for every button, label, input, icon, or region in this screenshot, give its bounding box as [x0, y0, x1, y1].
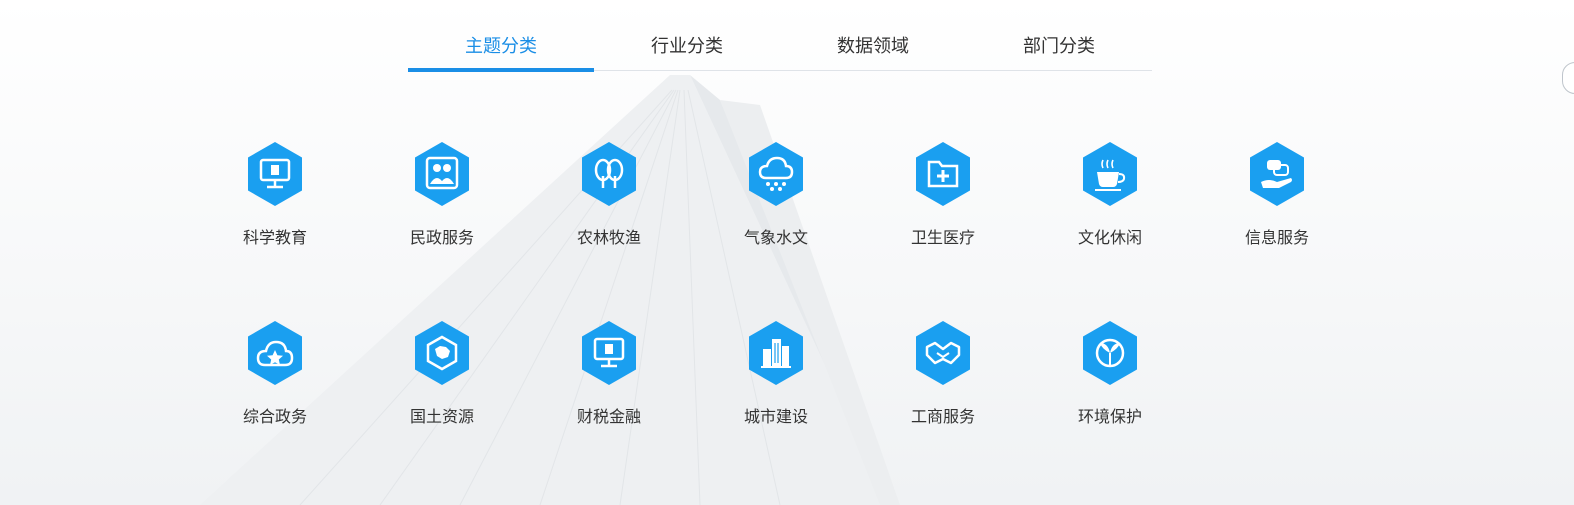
cloud-snow-icon: [749, 142, 803, 206]
category-label: 工商服务: [910, 407, 975, 426]
category-general-government[interactable]: 综合政务: [220, 319, 330, 439]
handshake-icon: [916, 321, 970, 385]
map-icon: [415, 321, 469, 385]
category-information-services[interactable]: 信息服务: [1222, 140, 1332, 260]
coffee-cup-icon: [1083, 142, 1137, 206]
leaf-globe-icon: [1083, 321, 1137, 385]
monitor-icon: [248, 142, 302, 206]
chat-hand-icon: [1250, 142, 1304, 206]
category-label: 气象水文: [743, 228, 808, 247]
buildings-icon: [749, 321, 803, 385]
tab-theme[interactable]: 主题分类: [408, 24, 594, 72]
category-label: 环境保护: [1077, 407, 1142, 426]
category-land-resources[interactable]: 国土资源: [387, 319, 497, 439]
medical-folder-icon: [916, 142, 970, 206]
category-urban-construction[interactable]: 城市建设: [721, 319, 831, 439]
category-label: 综合政务: [242, 407, 307, 426]
family-icon: [415, 142, 469, 206]
finance-monitor-icon: [582, 321, 636, 385]
tab-industry[interactable]: 行业分类: [594, 24, 780, 70]
category-finance-tax[interactable]: 财税金融: [554, 319, 664, 439]
trees-icon: [582, 142, 636, 206]
category-label: 信息服务: [1244, 228, 1309, 247]
category-agriculture[interactable]: 农林牧渔: [554, 140, 664, 260]
category-label: 卫生医疗: [910, 228, 975, 247]
category-industry-commerce[interactable]: 工商服务: [888, 319, 998, 439]
tab-data-domain[interactable]: 数据领域: [780, 24, 966, 70]
tab-department[interactable]: 部门分类: [966, 24, 1152, 70]
cloud-star-icon: [248, 321, 302, 385]
category-label: 农林牧渔: [576, 228, 641, 247]
category-label: 国土资源: [409, 407, 474, 426]
category-science-education[interactable]: 科学教育: [220, 140, 330, 260]
category-health-medical[interactable]: 卫生医疗: [888, 140, 998, 260]
category-label: 民政服务: [409, 228, 474, 247]
category-weather-hydrology[interactable]: 气象水文: [721, 140, 831, 260]
category-civil-affairs[interactable]: 民政服务: [387, 140, 497, 260]
category-label: 科学教育: [242, 228, 307, 247]
category-tabs: 主题分类 行业分类 数据领域 部门分类: [408, 24, 1152, 72]
category-label: 文化休闲: [1077, 228, 1142, 247]
category-culture-leisure[interactable]: 文化休闲: [1055, 140, 1165, 260]
category-label: 财税金融: [576, 407, 641, 426]
category-environmental-protection[interactable]: 环境保护: [1055, 319, 1165, 439]
side-scroll-handle[interactable]: [1562, 62, 1574, 94]
category-label: 城市建设: [743, 407, 808, 426]
